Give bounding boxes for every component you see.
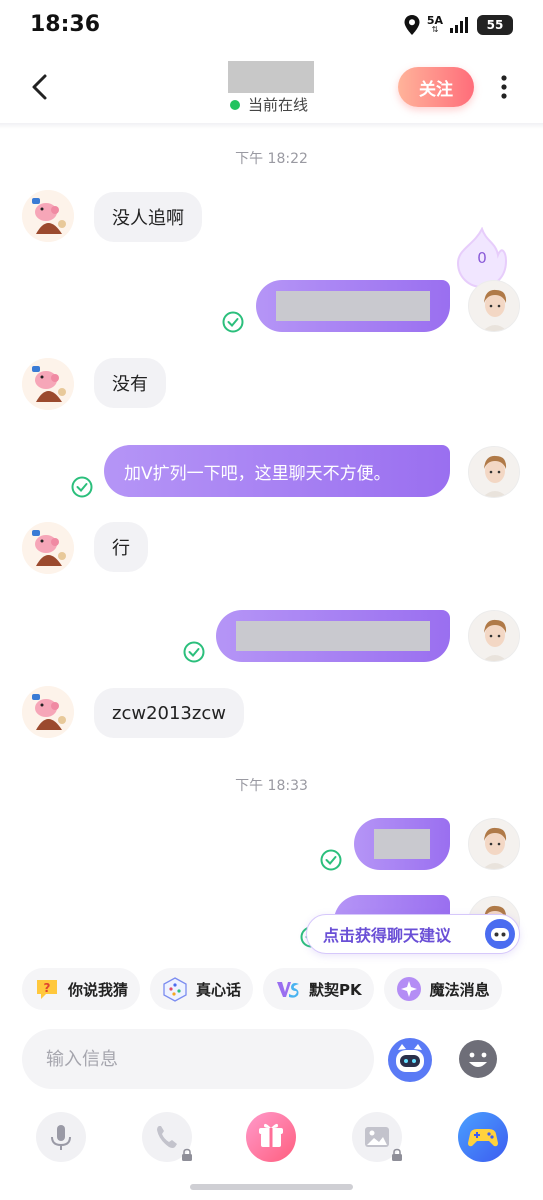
redacted-text xyxy=(276,291,430,321)
gift-icon xyxy=(259,1123,283,1147)
back-arrow-icon[interactable] xyxy=(26,72,56,102)
more-options-icon[interactable] xyxy=(494,72,514,102)
peppa-avatar-image xyxy=(22,358,74,410)
game-button[interactable] xyxy=(458,1112,508,1162)
gamepad-icon xyxy=(468,1129,498,1147)
svg-text:?: ? xyxy=(44,981,51,995)
read-check-icon xyxy=(183,641,205,663)
location-icon xyxy=(404,15,420,35)
male-avatar-image xyxy=(469,819,519,869)
chat-header: 当前在线 关注 xyxy=(0,52,543,124)
quick-action-truth[interactable]: 真心话 xyxy=(150,968,254,1010)
lock-icon xyxy=(182,1148,192,1161)
quick-action-label: 默契PK xyxy=(309,980,362,999)
message-bubble-incoming[interactable]: 没有 xyxy=(94,358,166,408)
male-avatar-image xyxy=(469,611,519,661)
dice-icon xyxy=(163,977,187,1002)
bottom-toolbar xyxy=(0,1112,543,1168)
peppa-avatar-image xyxy=(22,522,74,574)
online-status-text: 当前在线 xyxy=(248,96,309,114)
online-dot xyxy=(230,99,240,110)
microphone-icon xyxy=(51,1125,71,1150)
header-divider xyxy=(0,123,543,129)
online-status: 当前在线 xyxy=(230,94,308,115)
quick-action-guess[interactable]: ? 你说我猜 xyxy=(22,968,141,1010)
emoji-icon[interactable] xyxy=(458,1039,498,1079)
gift-button[interactable] xyxy=(246,1112,296,1162)
message-input[interactable] xyxy=(22,1029,374,1089)
contact-avatar[interactable] xyxy=(22,522,74,574)
message-bubble-outgoing[interactable]: 加V扩列一下吧，这里聊天不方便。 xyxy=(104,445,450,497)
my-avatar[interactable] xyxy=(468,280,520,332)
status-bar: 18:36 5A ⇅ 55 xyxy=(0,0,543,52)
vs-icon xyxy=(277,982,300,998)
peppa-avatar-image xyxy=(22,190,74,242)
redacted-text xyxy=(236,621,430,651)
timestamp: 下午 18:22 xyxy=(235,151,308,167)
quick-action-pk[interactable]: 默契PK xyxy=(263,968,374,1010)
my-avatar[interactable] xyxy=(468,610,520,662)
voice-call-button[interactable] xyxy=(142,1112,192,1162)
message-bubble-outgoing[interactable] xyxy=(216,610,450,662)
network-indicator: 5A ⇅ xyxy=(426,14,443,34)
signal-icon xyxy=(450,17,468,33)
chat-suggestion-label: 点击获得聊天建议 xyxy=(323,926,452,945)
contact-avatar[interactable] xyxy=(22,190,74,242)
my-avatar[interactable] xyxy=(468,818,520,870)
voice-button[interactable] xyxy=(36,1112,86,1162)
quick-action-label: 你说我猜 xyxy=(68,980,129,999)
timestamp: 下午 18:33 xyxy=(235,778,308,794)
message-bubble-outgoing[interactable] xyxy=(354,818,450,870)
lock-icon xyxy=(392,1148,402,1161)
my-avatar[interactable] xyxy=(468,446,520,498)
status-icons: 5A ⇅ 55 xyxy=(403,14,513,36)
message-bubble-incoming[interactable]: zcw2013zcw xyxy=(94,688,244,738)
read-check-icon xyxy=(320,849,342,871)
message-bubble-incoming[interactable]: 没人追啊 xyxy=(94,192,202,242)
ai-robot-icon[interactable] xyxy=(388,1038,432,1082)
read-check-icon xyxy=(222,311,244,333)
magic-star-icon xyxy=(396,977,421,1001)
home-indicator[interactable] xyxy=(190,1184,353,1190)
peppa-avatar-image xyxy=(22,686,74,738)
male-avatar-image xyxy=(469,447,519,497)
image-button[interactable] xyxy=(352,1112,402,1162)
battery-icon: 55 xyxy=(477,15,513,35)
status-time: 18:36 xyxy=(30,12,101,37)
follow-button[interactable]: 关注 xyxy=(398,67,474,107)
quick-action-label: 魔法消息 xyxy=(429,980,490,999)
quick-action-label: 真心话 xyxy=(196,980,242,999)
question-bubble-icon: ? xyxy=(37,980,57,999)
message-bubble-outgoing[interactable] xyxy=(256,280,450,332)
quick-actions-row: ? 你说我猜 真心话 默契PK 魔法消息 xyxy=(22,968,502,1010)
intimacy-count: 0 xyxy=(477,249,487,267)
quick-action-magic[interactable]: 魔法消息 xyxy=(383,968,502,1010)
contact-avatar[interactable] xyxy=(22,358,74,410)
robot-icon xyxy=(485,919,515,949)
chat-suggestion-button[interactable]: 点击获得聊天建议 xyxy=(306,914,520,954)
chat-messages[interactable]: 下午 18:22 没人追啊 0 没有 加V扩列一下吧，这里聊天不方便。 行 zc… xyxy=(0,130,543,960)
male-avatar-image xyxy=(469,281,519,331)
message-bubble-incoming[interactable]: 行 xyxy=(94,522,148,572)
redacted-text xyxy=(374,829,430,859)
contact-avatar[interactable] xyxy=(22,686,74,738)
contact-name-redacted xyxy=(228,61,314,93)
read-check-icon xyxy=(71,476,93,498)
